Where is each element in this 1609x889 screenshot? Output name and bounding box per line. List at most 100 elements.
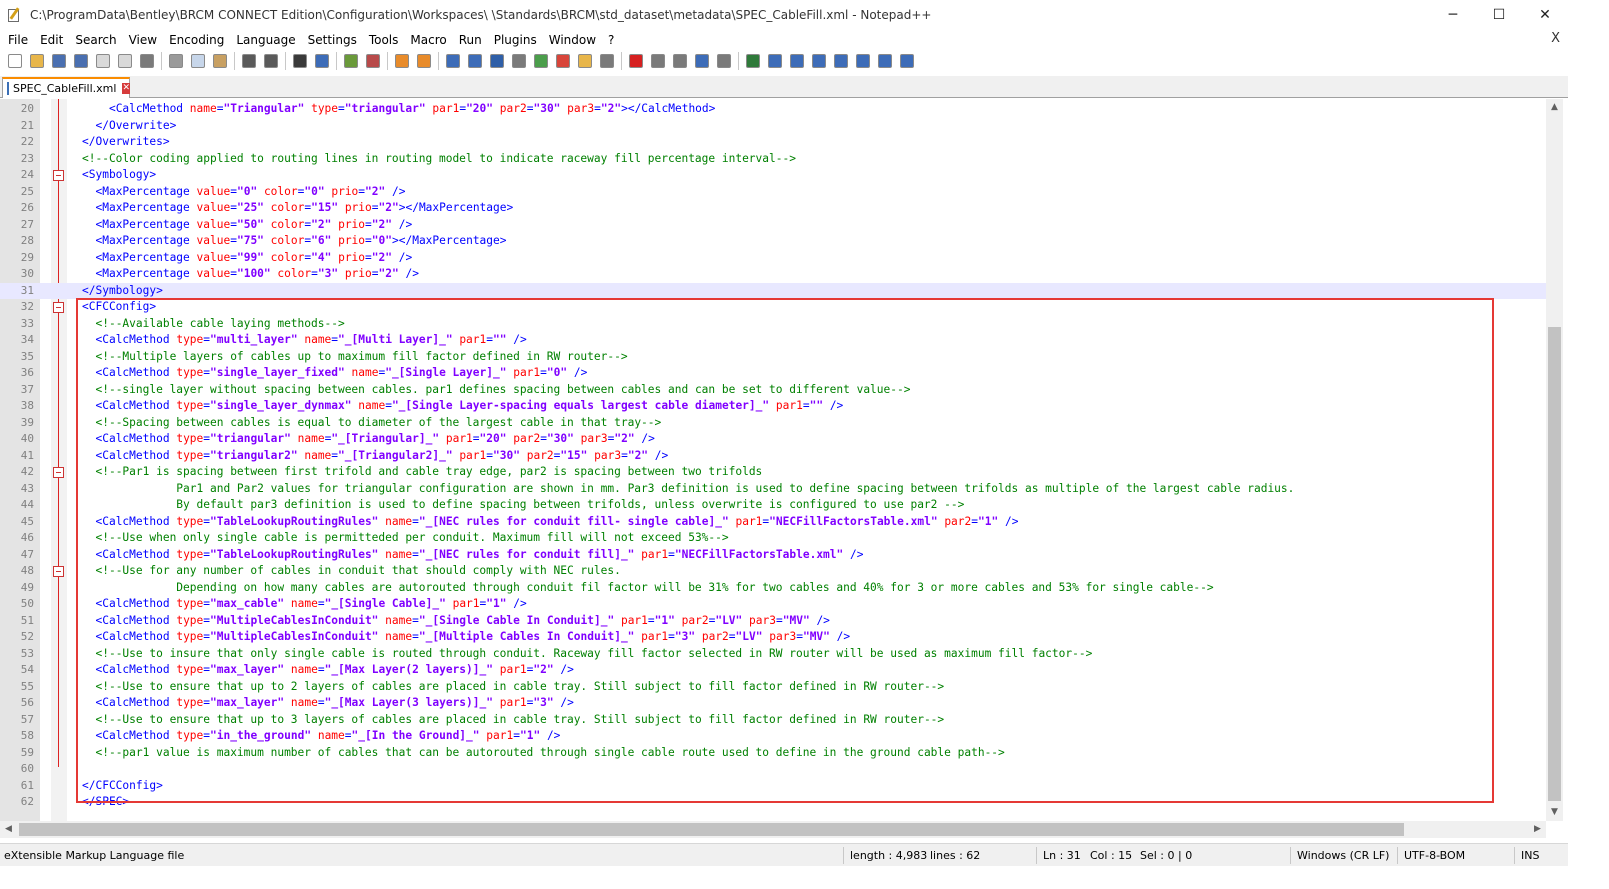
code-line[interactable]: 30 <MaxPercentage value="100" color="3" … — [0, 266, 1546, 283]
run-macro-multiple-button[interactable] — [691, 51, 713, 71]
plugin-d-button[interactable] — [808, 51, 830, 71]
sync-horizontal-icon — [417, 53, 431, 68]
code-line[interactable]: 22 </Overwrites> — [0, 134, 1546, 151]
replace-button[interactable] — [311, 51, 333, 71]
paste-button[interactable] — [209, 51, 231, 71]
scroll-right-icon[interactable]: ▶ — [1529, 821, 1546, 838]
code-line[interactable]: 31 </Symbology> — [0, 282, 1546, 299]
undo-button[interactable] — [238, 51, 260, 71]
menu-settings[interactable]: Settings — [302, 33, 363, 47]
close-all-button[interactable] — [114, 51, 136, 71]
menu-run[interactable]: Run — [453, 33, 488, 47]
menu-plugins[interactable]: Plugins — [488, 33, 543, 47]
status-eol[interactable]: Windows (CR LF) — [1297, 849, 1389, 862]
horizontal-scroll-thumb[interactable] — [19, 823, 1404, 836]
open-file-button[interactable] — [26, 51, 48, 71]
scroll-down-icon[interactable]: ▼ — [1546, 804, 1563, 821]
status-encoding[interactable]: UTF-8-BOM — [1404, 849, 1465, 862]
word-wrap-button[interactable] — [442, 51, 464, 71]
redo-icon — [264, 53, 278, 68]
folder-workspace-button[interactable] — [574, 51, 596, 71]
code-line[interactable]: 20 <CalcMethod name="Triangular" type="t… — [0, 101, 1546, 118]
plugin-b-button[interactable] — [764, 51, 786, 71]
menu-encoding[interactable]: Encoding — [163, 33, 230, 47]
find-button[interactable] — [289, 51, 311, 71]
user-lang-button[interactable] — [508, 51, 530, 71]
indent-guide-button[interactable] — [486, 51, 508, 71]
code-line[interactable]: 24 <Symbology> — [0, 167, 1546, 184]
zoom-in-button[interactable] — [340, 51, 362, 71]
line-number: 26 — [20, 201, 34, 214]
status-file-type: eXtensible Markup Language file — [4, 849, 185, 862]
toolbar-separator — [285, 51, 286, 70]
code-line[interactable]: 21 </Overwrite> — [0, 118, 1546, 135]
menu-file[interactable]: File — [2, 33, 34, 47]
fold-toggle-icon[interactable] — [53, 566, 64, 577]
save-all-button[interactable] — [70, 51, 92, 71]
status-bar: eXtensible Markup Language file length :… — [0, 843, 1568, 866]
plugin-f-button[interactable] — [896, 51, 918, 71]
scroll-up-icon[interactable]: ▲ — [1546, 99, 1563, 116]
code-line[interactable]: 23 <!--Color coding applied to routing li… — [0, 151, 1546, 168]
line-number: 60 — [20, 762, 34, 775]
record-macro-button[interactable] — [625, 51, 647, 71]
menu-language[interactable]: Language — [230, 33, 301, 47]
close-window-button[interactable]: ✕ — [1522, 0, 1568, 30]
plugin-a-button[interactable] — [742, 51, 764, 71]
stop-macro-button[interactable] — [647, 51, 669, 71]
plugin-c-button[interactable] — [786, 51, 808, 71]
save-button[interactable] — [48, 51, 70, 71]
arrow-down-button[interactable] — [852, 51, 874, 71]
code-line[interactable]: 27 <MaxPercentage value="50" color="2" p… — [0, 217, 1546, 234]
code-line[interactable]: 25 <MaxPercentage value="0" color="0" pr… — [0, 184, 1546, 201]
line-number: 55 — [20, 679, 34, 693]
horizontal-scrollbar[interactable]: ◀ ▶ — [0, 821, 1546, 838]
close-button[interactable] — [92, 51, 114, 71]
menu-tools[interactable]: Tools — [363, 33, 405, 47]
doc-map-button[interactable] — [530, 51, 552, 71]
cut-button[interactable] — [165, 51, 187, 71]
close-document-button[interactable]: X — [1551, 31, 1560, 46]
code-line[interactable]: 29 <MaxPercentage value="99" color="4" p… — [0, 250, 1546, 267]
minimize-button[interactable]: ─ — [1430, 0, 1476, 30]
line-number: 37 — [20, 382, 34, 396]
save-macro-button[interactable] — [713, 51, 735, 71]
vertical-scroll-thumb[interactable] — [1548, 327, 1561, 801]
vertical-scrollbar[interactable]: ▲ ▼ — [1546, 99, 1563, 821]
line-number: 62 — [20, 795, 34, 808]
tab-close-icon[interactable]: ✕ — [122, 83, 130, 94]
play-macro-button[interactable] — [669, 51, 691, 71]
sync-vertical-button[interactable] — [391, 51, 413, 71]
plugin-e-button[interactable] — [874, 51, 896, 71]
menu-search[interactable]: Search — [69, 33, 122, 47]
menu-view[interactable]: View — [123, 33, 163, 47]
monitoring-button[interactable] — [596, 51, 618, 71]
maximize-button[interactable]: ☐ — [1476, 0, 1522, 30]
zoom-out-button[interactable] — [362, 51, 384, 71]
copy-button[interactable] — [187, 51, 209, 71]
status-insert-mode[interactable]: INS — [1521, 849, 1539, 862]
menu-edit[interactable]: Edit — [34, 33, 69, 47]
plugin-f-icon — [900, 53, 914, 68]
word-wrap-icon — [446, 53, 460, 68]
function-list-button[interactable] — [552, 51, 574, 71]
print-button[interactable] — [136, 51, 158, 71]
tab-spec-cablefill[interactable]: SPEC_CableFill.xml ✕ — [2, 77, 130, 98]
code-line[interactable]: 26 <MaxPercentage value="25" color="15" … — [0, 200, 1546, 217]
new-file-button[interactable] — [4, 51, 26, 71]
fold-toggle-icon[interactable] — [53, 302, 64, 313]
menu-help[interactable]: ? — [602, 33, 620, 47]
redo-button[interactable] — [260, 51, 282, 71]
editor[interactable]: 20 <CalcMethod name="Triangular" type="t… — [0, 99, 1568, 821]
scroll-left-icon[interactable]: ◀ — [0, 821, 17, 838]
sync-horizontal-button[interactable] — [413, 51, 435, 71]
fold-toggle-icon[interactable] — [53, 467, 64, 478]
status-length: length : 4,983 — [850, 849, 928, 862]
show-all-chars-button[interactable] — [464, 51, 486, 71]
arrow-up-button[interactable] — [830, 51, 852, 71]
code-line[interactable]: 28 <MaxPercentage value="75" color="6" p… — [0, 233, 1546, 250]
menu-window[interactable]: Window — [543, 33, 602, 47]
fold-toggle-icon[interactable] — [53, 170, 64, 181]
menu-macro[interactable]: Macro — [404, 33, 452, 47]
replace-icon — [315, 53, 329, 68]
